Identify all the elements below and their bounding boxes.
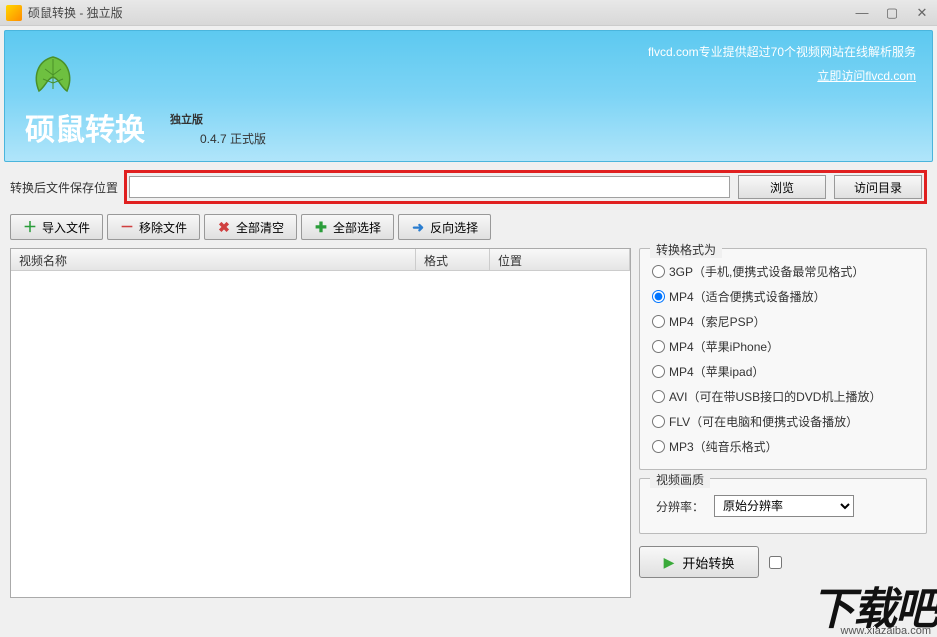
format-group-title: 转换格式为	[650, 241, 722, 258]
remove-icon: －	[120, 220, 134, 234]
import-button[interactable]: ＋ 导入文件	[10, 214, 103, 240]
banner-link[interactable]: 立即访问flvcd.com	[817, 67, 916, 84]
format-radio-avi[interactable]	[652, 390, 665, 403]
format-group: 转换格式为 3GP（手机,便携式设备最常见格式）MP4（适合便携式设备播放）MP…	[639, 248, 927, 470]
window-title: 硕鼠转换 - 独立版	[28, 4, 123, 21]
clear-button[interactable]: ✖ 全部清空	[204, 214, 297, 240]
format-radio-flv[interactable]	[652, 415, 665, 428]
format-label: FLV（可在电脑和便携式设备播放）	[669, 413, 858, 430]
format-radio-mp4-portable[interactable]	[652, 290, 665, 303]
file-list[interactable]: 视频名称 格式 位置	[10, 248, 631, 598]
banner: flvcd.com专业提供超过70个视频网站在线解析服务 立即访问flvcd.c…	[4, 30, 933, 162]
format-label: MP4（苹果ipad）	[669, 363, 764, 380]
save-path-input[interactable]	[129, 176, 730, 198]
start-convert-button[interactable]: ▶ 开始转换	[639, 546, 759, 578]
format-label: 3GP（手机,便携式设备最常见格式）	[669, 263, 864, 280]
format-option-avi[interactable]: AVI（可在带USB接口的DVD机上播放）	[652, 384, 914, 409]
close-button[interactable]: ✕	[913, 6, 931, 20]
browse-button[interactable]: 浏览	[738, 175, 826, 199]
format-radio-mp4-psp[interactable]	[652, 315, 665, 328]
banner-tagline: flvcd.com专业提供超过70个视频网站在线解析服务	[648, 43, 916, 60]
maximize-button[interactable]: ▢	[883, 6, 901, 20]
start-label: 开始转换	[682, 553, 734, 572]
app-title: 硕鼠转换	[25, 105, 145, 149]
format-radio-mp3[interactable]	[652, 440, 665, 453]
format-option-mp4-psp[interactable]: MP4（索尼PSP）	[652, 309, 914, 334]
format-option-mp4-iphone[interactable]: MP4（苹果iPhone）	[652, 334, 914, 359]
format-option-mp4-ipad[interactable]: MP4（苹果ipad）	[652, 359, 914, 384]
minimize-button[interactable]: —	[853, 6, 871, 20]
play-icon: ▶	[664, 554, 675, 571]
invert-label: 反向选择	[430, 219, 478, 236]
import-icon: ＋	[23, 220, 37, 234]
select-all-label: 全部选择	[333, 219, 381, 236]
format-radio-mp4-ipad[interactable]	[652, 365, 665, 378]
quality-group-title: 视频画质	[650, 471, 710, 488]
format-label: AVI（可在带USB接口的DVD机上播放）	[669, 388, 881, 405]
format-radio-3gp[interactable]	[652, 265, 665, 278]
column-name[interactable]: 视频名称	[11, 249, 416, 270]
resolution-select[interactable]: 原始分辨率	[714, 495, 854, 517]
import-label: 导入文件	[42, 219, 90, 236]
app-edition: 独立版	[170, 111, 203, 127]
format-label: MP3（纯音乐格式）	[669, 438, 778, 455]
save-path-label: 转换后文件保存位置	[10, 179, 118, 196]
format-label: MP4（苹果iPhone）	[669, 338, 779, 355]
format-radio-mp4-iphone[interactable]	[652, 340, 665, 353]
remove-button[interactable]: － 移除文件	[107, 214, 200, 240]
format-option-mp3[interactable]: MP3（纯音乐格式）	[652, 434, 914, 459]
list-header: 视频名称 格式 位置	[11, 249, 630, 271]
app-icon	[6, 5, 22, 21]
column-location[interactable]: 位置	[490, 249, 630, 270]
quality-group: 视频画质 分辨率： 原始分辨率	[639, 478, 927, 534]
highlight-annotation: 浏览 访问目录	[124, 170, 927, 204]
format-label: MP4（索尼PSP）	[669, 313, 766, 330]
clear-label: 全部清空	[236, 219, 284, 236]
format-option-mp4-portable[interactable]: MP4（适合便携式设备播放）	[652, 284, 914, 309]
resolution-label: 分辨率：	[656, 498, 704, 515]
invert-icon: ➜	[411, 220, 425, 234]
select-all-icon: ✚	[314, 220, 328, 234]
invert-selection-button[interactable]: ➜ 反向选择	[398, 214, 491, 240]
format-option-flv[interactable]: FLV（可在电脑和便携式设备播放）	[652, 409, 914, 434]
format-option-3gp[interactable]: 3GP（手机,便携式设备最常见格式）	[652, 259, 914, 284]
option-checkbox[interactable]	[769, 552, 782, 573]
column-format[interactable]: 格式	[416, 249, 490, 270]
select-all-button[interactable]: ✚ 全部选择	[301, 214, 394, 240]
remove-label: 移除文件	[139, 219, 187, 236]
open-dir-button[interactable]: 访问目录	[834, 175, 922, 199]
toolbar: ＋ 导入文件 － 移除文件 ✖ 全部清空 ✚ 全部选择 ➜ 反向选择	[4, 212, 933, 248]
format-label: MP4（适合便携式设备播放）	[669, 288, 826, 305]
clear-icon: ✖	[217, 220, 231, 234]
app-version: 0.4.7 正式版	[200, 130, 266, 147]
titlebar: 硕鼠转换 - 独立版 — ▢ ✕	[0, 0, 937, 26]
leaf-icon	[25, 49, 81, 105]
